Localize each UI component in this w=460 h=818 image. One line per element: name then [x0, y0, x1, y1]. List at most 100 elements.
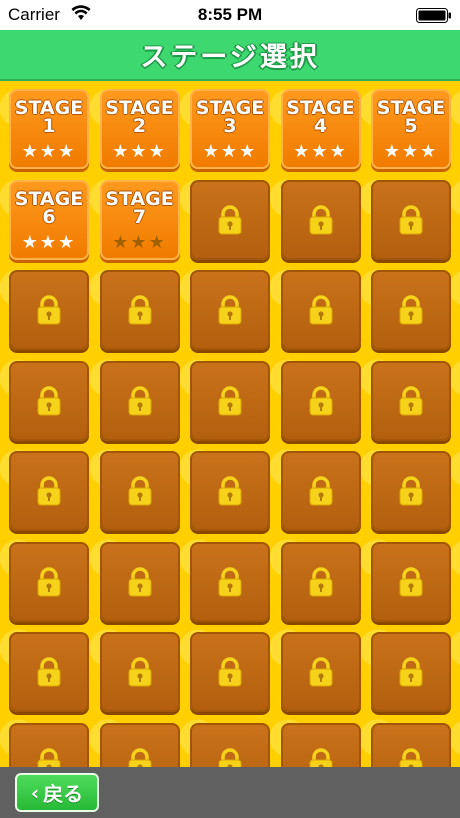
star-rating: ★★★	[102, 143, 178, 161]
star-icon: ★	[148, 231, 167, 253]
star-icon: ★	[420, 141, 439, 162]
stage-number: 3	[223, 115, 237, 137]
back-button-label: 戻る	[43, 782, 84, 806]
padlock-icon	[127, 747, 153, 767]
locked-stage-tile[interactable]	[9, 541, 89, 622]
stage-tile[interactable]: STAGE 5 ★★★	[371, 89, 451, 169]
locked-stage-tile[interactable]	[190, 632, 270, 712]
stage-tile[interactable]: STAGE 4 ★★★	[280, 89, 361, 169]
locked-stage-tile[interactable]	[280, 451, 361, 531]
star-icon: ★	[39, 231, 59, 253]
stage-number: 7	[132, 205, 147, 228]
padlock-icon	[127, 566, 153, 597]
star-rating: ★★★	[373, 143, 449, 161]
locked-stage-tile[interactable]	[280, 360, 361, 441]
locked-stage-tile[interactable]	[280, 541, 361, 622]
stage-label: STAGE 2	[102, 99, 178, 137]
stage-number: 1	[42, 115, 56, 137]
locked-stage-tile[interactable]	[371, 451, 451, 531]
stage-tile[interactable]: STAGE 3 ★★★	[190, 89, 270, 169]
star-icon: ★	[401, 141, 421, 162]
stage-number: 2	[132, 115, 147, 137]
locked-stage-tile[interactable]	[190, 451, 270, 531]
star-icon: ★	[112, 141, 131, 162]
locked-stage-tile[interactable]	[99, 632, 180, 712]
locked-stage-tile[interactable]	[371, 360, 451, 441]
header-bar: ステージ選択	[0, 30, 460, 81]
locked-stage-tile[interactable]	[371, 270, 451, 350]
star-icon: ★	[21, 231, 40, 253]
star-rating: ★★★	[283, 143, 359, 161]
stage-tile[interactable]: STAGE 7 ★★★	[99, 179, 180, 260]
padlock-icon	[127, 295, 153, 325]
stage-tile[interactable]: STAGE 6 ★★★	[9, 179, 89, 260]
padlock-icon	[36, 566, 62, 597]
star-icon: ★	[239, 141, 258, 162]
locked-stage-tile[interactable]	[371, 632, 451, 712]
star-icon: ★	[112, 231, 131, 253]
locked-stage-tile[interactable]	[190, 270, 270, 350]
padlock-icon	[217, 385, 243, 416]
stage-label: STAGE 5	[373, 99, 449, 136]
padlock-icon	[398, 385, 424, 416]
locked-stage-tile[interactable]	[99, 270, 180, 350]
stage-label: STAGE 3	[192, 99, 268, 137]
locked-stage-tile[interactable]	[280, 270, 361, 350]
star-icon: ★	[39, 141, 59, 162]
padlock-icon	[308, 476, 334, 506]
locked-stage-tile[interactable]	[9, 632, 89, 712]
star-icon: ★	[148, 141, 167, 162]
locked-stage-tile[interactable]	[280, 632, 361, 712]
star-icon: ★	[202, 141, 221, 162]
locked-stage-tile[interactable]	[99, 360, 180, 441]
locked-stage-tile[interactable]	[371, 722, 451, 767]
padlock-icon	[308, 204, 334, 235]
star-rating: ★★★	[11, 231, 87, 253]
stage-tile[interactable]: STAGE 2 ★★★	[99, 89, 180, 169]
page-title: ステージ選択	[140, 42, 320, 73]
padlock-icon	[308, 747, 334, 767]
locked-stage-tile[interactable]	[99, 451, 180, 531]
star-rating: ★★★	[102, 231, 178, 253]
star-icon: ★	[293, 141, 312, 162]
padlock-icon	[127, 657, 153, 687]
locked-stage-tile[interactable]	[99, 541, 180, 622]
star-icon: ★	[58, 231, 77, 253]
padlock-icon	[398, 566, 424, 597]
locked-stage-tile[interactable]	[371, 179, 451, 260]
locked-stage-tile[interactable]	[190, 722, 270, 767]
locked-stage-tile[interactable]	[190, 360, 270, 441]
stage-label: STAGE 4	[283, 99, 359, 136]
padlock-icon	[308, 566, 334, 597]
padlock-icon	[398, 204, 424, 235]
locked-stage-tile[interactable]	[371, 541, 451, 622]
padlock-icon	[398, 476, 424, 506]
padlock-icon	[308, 657, 334, 687]
padlock-icon	[217, 204, 243, 235]
bottom-bar: ‹ 戻る	[0, 767, 460, 818]
stage-label: STAGE 7	[102, 189, 178, 228]
padlock-icon	[127, 385, 153, 416]
padlock-icon	[36, 747, 62, 767]
locked-stage-tile[interactable]	[9, 451, 89, 531]
stage-label: STAGE 6	[11, 189, 87, 226]
padlock-icon	[308, 385, 334, 416]
locked-stage-tile[interactable]	[9, 360, 89, 441]
stage-tile[interactable]: STAGE 1 ★★★	[9, 89, 89, 169]
back-button[interactable]: ‹ 戻る	[15, 773, 99, 812]
padlock-icon	[398, 747, 424, 767]
locked-stage-tile[interactable]	[9, 722, 89, 767]
locked-stage-tile[interactable]	[280, 722, 361, 767]
locked-stage-tile[interactable]	[280, 179, 361, 260]
stage-label: STAGE 1	[11, 99, 87, 137]
padlock-icon	[398, 657, 424, 687]
star-icon: ★	[130, 231, 149, 253]
padlock-icon	[36, 385, 62, 416]
locked-stage-tile[interactable]	[190, 541, 270, 622]
battery-icon	[416, 8, 451, 23]
locked-stage-tile[interactable]	[99, 722, 180, 767]
locked-stage-tile[interactable]	[190, 179, 270, 260]
clock: 8:55 PM	[197, 5, 263, 24]
padlock-icon	[127, 476, 153, 506]
locked-stage-tile[interactable]	[9, 270, 89, 350]
